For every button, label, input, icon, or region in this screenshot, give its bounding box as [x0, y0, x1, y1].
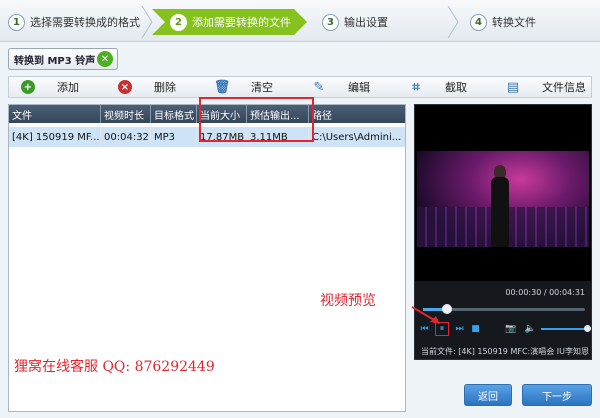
step-1[interactable]: 1 选择需要转换成的格式	[8, 9, 140, 35]
seek-bar[interactable]	[423, 304, 585, 314]
prev-icon[interactable]: ⏮	[419, 323, 430, 335]
playback-controls: ⏮ ⏸ ⏭ ■ 📷 🔈	[419, 321, 591, 337]
tools-icon: ✕	[97, 51, 113, 67]
mp3-button-label: 转换到 MP3 铃声	[14, 55, 96, 67]
wizard-steps: 1 选择需要转换成的格式 2 添加需要转换的文件 3 输出设置 4 转换文件	[0, 0, 600, 42]
column-header-file[interactable]: 文件	[9, 105, 101, 123]
step-number: 2	[170, 13, 187, 31]
volume-knob[interactable]	[584, 325, 591, 332]
table-header: 文件 视频时长 目标格式 当前大小 预估输出... 路径	[9, 105, 405, 123]
video-frame	[417, 151, 589, 247]
convert-to-mp3-button[interactable]: 转换到 MP3 铃声 ✕	[8, 48, 118, 70]
clear-button[interactable]: 🗑 清空	[203, 77, 300, 97]
crop-icon: ⌗	[412, 79, 420, 95]
chevron-divider	[447, 6, 459, 38]
step-2[interactable]: 2 添加需要转换的文件	[152, 9, 307, 35]
back-button[interactable]: 返回	[464, 384, 512, 406]
edit-icon: ✎	[313, 79, 325, 95]
crop-label: 截取	[445, 81, 467, 94]
pause-icon[interactable]: ⏸	[435, 322, 449, 336]
edit-label: 编辑	[348, 81, 370, 94]
edit-button[interactable]: ✎ 编辑	[300, 77, 397, 97]
file-info-button[interactable]: ▤ 文件信息	[494, 77, 591, 97]
step-label: 转换文件	[492, 16, 536, 29]
table-row[interactable]: [4K] 150919 MF... 00:04:32 MP3 17.87MB 3…	[9, 127, 405, 147]
step-number: 3	[322, 13, 339, 31]
step-4[interactable]: 4 转换文件	[470, 9, 536, 35]
video-preview-panel: 00:00:30 / 00:04:31 ⏮ ⏸ ⏭ ■ 📷 🔈 当前文件: [4…	[414, 104, 592, 360]
delete-button[interactable]: × 删除	[106, 77, 203, 97]
crop-button[interactable]: ⌗ 截取	[397, 77, 494, 97]
seek-knob[interactable]	[442, 304, 453, 314]
cell-file: [4K] 150919 MF...	[9, 127, 101, 147]
next-button[interactable]: 下一步	[522, 384, 592, 406]
file-info-label: 文件信息	[542, 81, 586, 94]
column-header-size[interactable]: 当前大小	[197, 105, 247, 123]
singer-figure	[489, 165, 511, 247]
preview-annotation: 视频预览	[320, 293, 376, 309]
delete-icon: ×	[118, 80, 132, 94]
cell-estimated: 3.11MB	[247, 127, 309, 147]
next-icon[interactable]: ⏭	[454, 323, 465, 335]
step-3[interactable]: 3 输出设置	[322, 9, 388, 35]
current-file-label: 当前文件: [4K] 150919 MFC:演唱会 IU李知恩 - If	[421, 347, 589, 356]
camera-icon[interactable]: 📷	[502, 323, 520, 335]
info-icon: ▤	[506, 79, 520, 95]
step-number: 1	[8, 13, 25, 31]
cell-duration: 00:04:32	[101, 127, 151, 147]
clear-label: 清空	[251, 81, 273, 94]
column-header-format[interactable]: 目标格式	[151, 105, 197, 123]
delete-label: 删除	[154, 81, 176, 94]
add-label: 添加	[57, 81, 79, 94]
step-label: 选择需要转换成的格式	[30, 16, 140, 29]
stop-icon[interactable]: ■	[470, 323, 481, 335]
singer-body	[491, 177, 509, 247]
video-screen	[415, 105, 591, 281]
volume-icon[interactable]: 🔈	[525, 323, 536, 335]
trash-icon: 🗑	[213, 79, 231, 95]
watermark-text: 狸窝在线客服 QQ: 876292449	[14, 359, 215, 375]
column-header-estimated[interactable]: 预估输出...	[247, 105, 309, 123]
add-button[interactable]: + 添加	[9, 77, 106, 97]
volume-slider[interactable]	[541, 325, 591, 332]
column-header-path[interactable]: 路径	[309, 105, 405, 123]
step-label: 输出设置	[344, 16, 388, 29]
cell-size: 17.87MB	[197, 127, 247, 147]
column-header-duration[interactable]: 视频时长	[101, 105, 151, 123]
cell-format: MP3	[151, 127, 197, 147]
add-icon: +	[21, 80, 35, 94]
chevron-divider	[141, 6, 153, 38]
cell-path: C:\Users\Admini...	[312, 131, 402, 143]
toolbar: + 添加 × 删除 🗑 清空 ✎ 编辑 ⌗ 截取 ▤ 文件信息	[8, 76, 592, 98]
step-number: 4	[470, 13, 487, 31]
playback-time: 00:00:30 / 00:04:31	[505, 288, 585, 297]
step-label: 添加需要转换的文件	[192, 16, 291, 29]
